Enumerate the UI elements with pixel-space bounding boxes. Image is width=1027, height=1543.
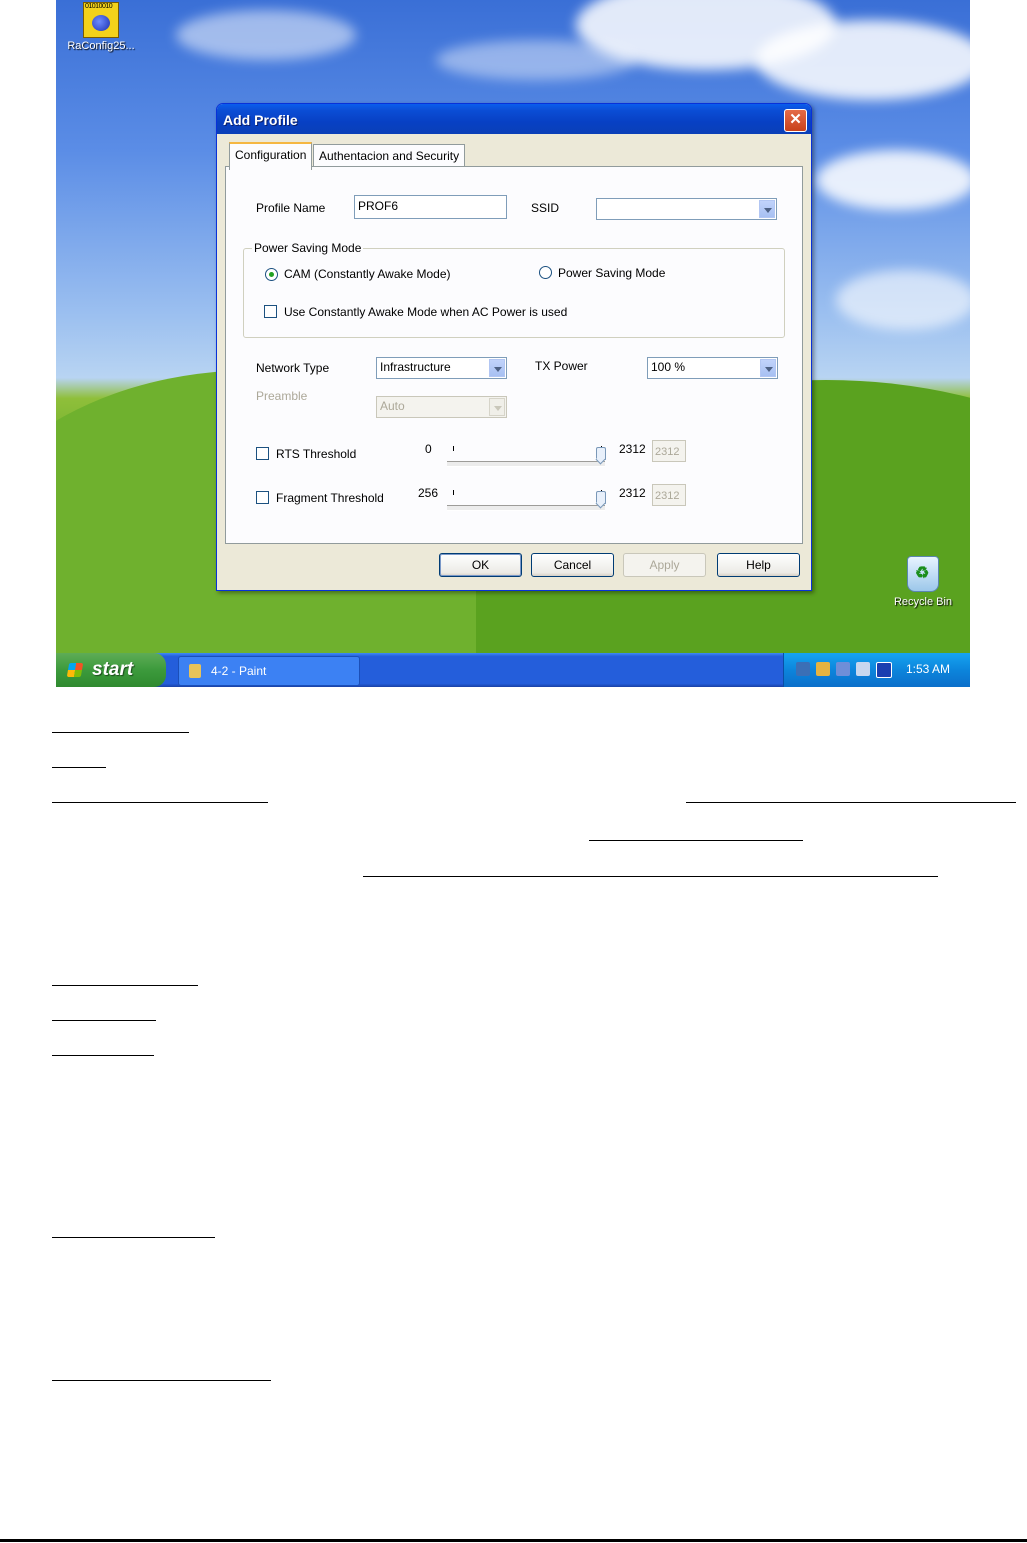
tx-power-label: TX Power: [535, 359, 588, 373]
power-saving-group-title: Power Saving Mode: [252, 241, 364, 255]
underline-line: [52, 732, 189, 733]
media-tray-icon[interactable]: [876, 662, 892, 678]
rts-threshold-checkbox[interactable]: [256, 447, 269, 460]
page-bottom-rule: [0, 1539, 1027, 1542]
configuration-panel: Profile Name PROF6 SSID Power Saving Mod…: [225, 166, 803, 544]
tab-authentication-security[interactable]: Authentacion and Security: [313, 144, 466, 167]
fragment-value-field: 2312: [652, 484, 686, 506]
preamble-combo: Auto: [376, 396, 507, 418]
cancel-button[interactable]: Cancel: [531, 553, 614, 577]
tx-power-value: 100 %: [651, 360, 686, 374]
underline-line: [52, 767, 106, 768]
taskbar-item-paint[interactable]: 4-2 - Paint: [178, 656, 360, 686]
power-saving-radio-label: Power Saving Mode: [558, 266, 666, 280]
tx-power-combo[interactable]: 100 %: [647, 357, 778, 379]
raconfig-desktop-icon[interactable]: 01010010 RaConfig25...: [56, 2, 146, 52]
chevron-down-icon[interactable]: [760, 359, 776, 377]
start-button[interactable]: start: [56, 653, 166, 687]
tab-configuration[interactable]: Configuration: [229, 142, 313, 170]
underline-line: [363, 876, 938, 877]
network-type-label: Network Type: [256, 361, 330, 375]
system-tray: 1:53 AM: [783, 653, 970, 687]
cloud: [816, 150, 970, 210]
rts-max-label: 2312: [619, 442, 646, 456]
chevron-down-icon: [489, 398, 505, 416]
help-button[interactable]: Help: [717, 553, 800, 577]
network-type-value: Infrastructure: [380, 360, 451, 374]
dialog-titlebar[interactable]: Add Profile ✕: [217, 104, 811, 134]
desktop-screenshot: 01010010 RaConfig25... ♻ Recycle Bin Add…: [56, 0, 970, 687]
fragment-slider-track[interactable]: [447, 505, 605, 511]
recycle-bin-desktop-icon[interactable]: ♻ Recycle Bin: [878, 556, 968, 608]
cloud: [836, 270, 970, 330]
rts-slider-tick: [453, 446, 454, 451]
underline-line: [52, 1380, 271, 1381]
tool-tray-icon[interactable]: [816, 662, 830, 676]
chevron-down-icon[interactable]: [489, 359, 505, 377]
dialog-title: Add Profile: [223, 112, 298, 128]
underline-line: [589, 840, 803, 841]
cloud: [756, 20, 970, 100]
use-cam-ac-label: Use Constantly Awake Mode when AC Power …: [284, 305, 568, 319]
ssid-combo[interactable]: [596, 198, 777, 220]
clock: 1:53 AM: [906, 662, 951, 676]
raconfig-icon: 01010010: [83, 2, 119, 38]
taskbar: start 4-2 - Paint 1:53 AM: [56, 653, 970, 687]
rts-slider-track[interactable]: [447, 461, 605, 467]
rts-slider-thumb[interactable]: [596, 447, 606, 465]
raconfig-label: RaConfig25...: [67, 40, 135, 52]
windows-logo-icon: [66, 663, 84, 677]
recycle-bin-icon: ♻: [907, 556, 939, 592]
taskbar-item-label: 4-2 - Paint: [211, 664, 267, 678]
underline-line: [52, 985, 198, 986]
rts-value-field: 2312: [652, 440, 686, 462]
underline-line: [52, 1237, 215, 1238]
profile-name-input[interactable]: PROF6: [354, 195, 507, 219]
cam-radio-label: CAM (Constantly Awake Mode): [284, 267, 451, 281]
cam-radio[interactable]: [265, 268, 278, 281]
power-saving-groupbox: [243, 248, 785, 338]
ok-button[interactable]: OK: [439, 553, 522, 577]
close-button[interactable]: ✕: [784, 109, 807, 132]
recycle-bin-label: Recycle Bin: [893, 596, 953, 608]
underline-line: [52, 1055, 154, 1056]
ssid-label: SSID: [531, 201, 560, 215]
profile-name-label: Profile Name: [256, 201, 326, 215]
fragment-slider-thumb[interactable]: [596, 491, 606, 509]
display-tray-icon[interactable]: [856, 662, 870, 676]
paint-icon: [189, 664, 201, 678]
fragment-threshold-checkbox[interactable]: [256, 491, 269, 504]
raconfig-tray-icon[interactable]: [836, 662, 850, 676]
rts-threshold-label: RTS Threshold: [276, 447, 357, 461]
underline-line: [686, 802, 1016, 803]
preamble-label: Preamble: [256, 389, 308, 403]
network-type-combo[interactable]: Infrastructure: [376, 357, 507, 379]
use-cam-ac-checkbox[interactable]: [264, 305, 277, 318]
fragment-slider-tick: [453, 490, 454, 495]
fragment-threshold-label: Fragment Threshold: [276, 491, 384, 505]
underline-line: [52, 1020, 156, 1021]
power-saving-radio[interactable]: [539, 266, 552, 279]
fragment-min-label: 256: [418, 486, 439, 500]
add-profile-dialog: Add Profile ✕ Configuration Authentacion…: [216, 103, 812, 591]
rts-min-label: 0: [425, 442, 432, 456]
fragment-max-label: 2312: [619, 486, 646, 500]
network-tray-icon[interactable]: [796, 662, 810, 676]
start-label: start: [92, 659, 134, 680]
close-icon: ✕: [789, 111, 802, 128]
apply-button: Apply: [623, 553, 706, 577]
cloud: [176, 10, 356, 60]
cloud: [436, 40, 636, 80]
preamble-value: Auto: [380, 399, 405, 413]
underline-line: [52, 802, 268, 803]
chevron-down-icon[interactable]: [759, 200, 775, 218]
